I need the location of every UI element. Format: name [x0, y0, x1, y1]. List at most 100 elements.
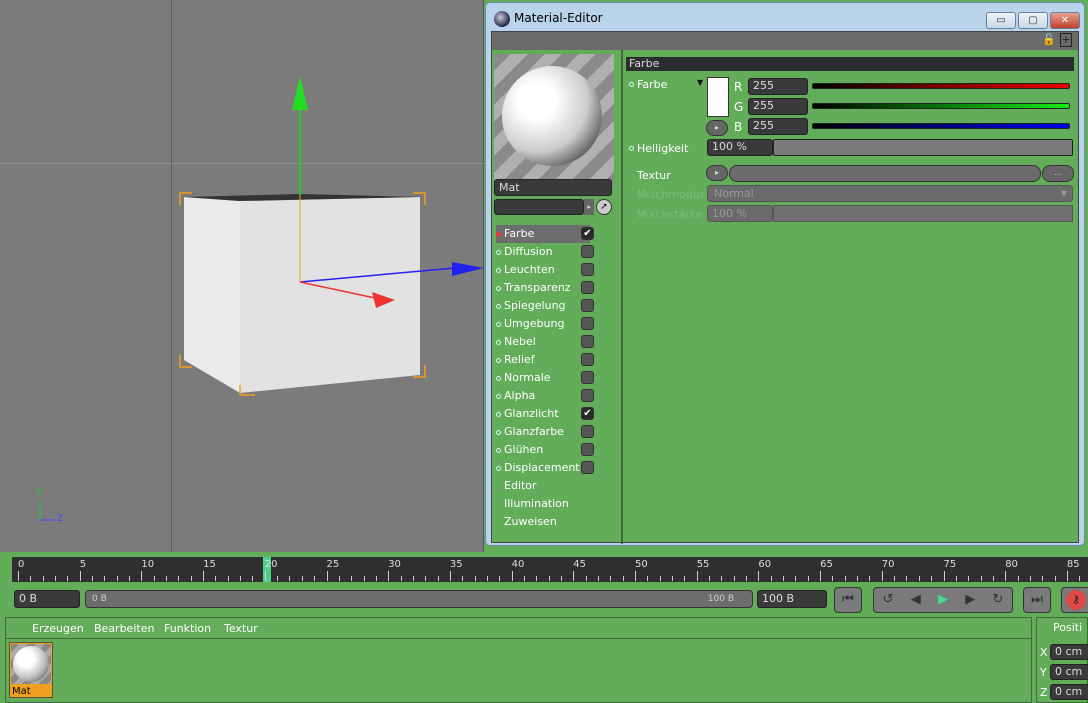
timeline-tick-label: 45: [573, 559, 587, 570]
picker-icon[interactable]: ➚: [596, 199, 612, 215]
channel-checkbox-13[interactable]: [581, 461, 594, 474]
menu-erzeugen[interactable]: Erzeugen: [32, 622, 84, 635]
timeline-ruler[interactable]: 0 5 10 15 20 25 30 35 40 45 50 55 60 65 70 75 80 85: [12, 557, 1088, 582]
material-thumbnail[interactable]: Mat: [9, 642, 53, 698]
g-slider[interactable]: [812, 103, 1070, 109]
timeline-tick: [203, 571, 205, 581]
textur-more-button[interactable]: ...: [1042, 165, 1074, 182]
channel-item-8[interactable]: Normale: [496, 369, 590, 387]
channel-item-13[interactable]: Displacement: [496, 459, 590, 477]
r-slider[interactable]: [812, 83, 1070, 89]
channel-item-3[interactable]: Transparenz: [496, 279, 590, 297]
channel-checkbox-5[interactable]: [581, 317, 594, 330]
b-input[interactable]: 255: [748, 118, 808, 135]
timeline-tick: [585, 576, 587, 581]
previous-key-icon[interactable]: ↺: [883, 588, 894, 612]
channel-label: Spiegelung: [504, 299, 566, 312]
channel-item-4[interactable]: Spiegelung: [496, 297, 590, 315]
menu-funktion[interactable]: Funktion: [164, 622, 211, 635]
lock-icon[interactable]: 🔓: [1042, 33, 1056, 46]
channel-checkbox-8[interactable]: [581, 371, 594, 384]
x-position-input[interactable]: 0 cm: [1050, 644, 1088, 660]
material-preview[interactable]: [494, 54, 614, 188]
channel-status-icon: [496, 321, 501, 327]
y-position-input[interactable]: 0 cm: [1050, 664, 1088, 680]
channel-checkbox-12[interactable]: [581, 443, 594, 456]
maximize-button[interactable]: ▢: [1018, 12, 1048, 29]
timeline-tick: [55, 576, 57, 581]
channel-item-0[interactable]: Farbe: [496, 225, 590, 243]
r-input[interactable]: 255: [748, 78, 808, 95]
g-input[interactable]: 255: [748, 98, 808, 115]
channel-label: Glanzfarbe: [504, 425, 564, 438]
link-field[interactable]: [494, 199, 584, 215]
timeline-tick: [42, 576, 44, 581]
new-window-icon[interactable]: +: [1060, 33, 1072, 47]
channel-checkbox-9[interactable]: [581, 389, 594, 402]
channel-item-9[interactable]: Alpha: [496, 387, 590, 405]
timeline-tick: [400, 576, 402, 581]
3d-viewport[interactable]: Y Z: [0, 0, 484, 552]
channel-item-12[interactable]: Glühen: [496, 441, 590, 459]
timeline-tick: [992, 576, 994, 581]
color-swatch[interactable]: [707, 77, 729, 117]
timeline-tick: [277, 576, 279, 581]
channel-checkbox-10[interactable]: ✔: [581, 407, 594, 420]
step-forward-icon[interactable]: ▶: [965, 588, 975, 612]
record-keyframe-button[interactable]: ⚷: [1061, 587, 1088, 613]
channel-checkbox-2[interactable]: [581, 263, 594, 276]
frame-range-slider[interactable]: 0 B 100 B: [85, 590, 753, 608]
timeline-tick: [240, 576, 242, 581]
mischstaerke-input[interactable]: 100 %: [707, 205, 773, 222]
start-frame-input[interactable]: 0 B: [14, 590, 80, 608]
extra-item-2[interactable]: Zuweisen: [504, 513, 598, 531]
timeline-tick: [462, 576, 464, 581]
channel-item-2[interactable]: Leuchten: [496, 261, 590, 279]
channel-checkbox-11[interactable]: [581, 425, 594, 438]
channel-checkbox-1[interactable]: [581, 245, 594, 258]
timeline-tick: [314, 576, 316, 581]
timeline-tick-label: 20: [264, 559, 278, 570]
mischmodus-select[interactable]: Normal ▼: [707, 185, 1073, 202]
go-to-end-button[interactable]: ⏭: [1023, 587, 1051, 613]
menu-textur[interactable]: Textur: [224, 622, 258, 635]
channel-item-5[interactable]: Umgebung: [496, 315, 590, 333]
extra-item-1[interactable]: Illumination: [504, 495, 598, 513]
link-arrow-button[interactable]: ▸: [584, 199, 594, 215]
mischstaerke-slider[interactable]: [773, 205, 1073, 222]
channel-label: Glanzlicht: [504, 407, 559, 420]
b-slider[interactable]: [812, 123, 1070, 129]
channel-item-1[interactable]: Diffusion: [496, 243, 590, 261]
go-to-start-button[interactable]: ⏮: [834, 587, 862, 613]
channel-item-7[interactable]: Relief: [496, 351, 590, 369]
channel-checkbox-0[interactable]: ✔: [581, 227, 594, 240]
extra-item-0[interactable]: Editor: [504, 477, 598, 495]
channel-checkbox-7[interactable]: [581, 353, 594, 366]
material-name-field[interactable]: Mat: [494, 179, 612, 196]
z-position-input[interactable]: 0 cm: [1050, 684, 1088, 700]
cube-scene[interactable]: [0, 0, 484, 552]
timeline-tick: [437, 576, 439, 581]
textur-field[interactable]: [729, 165, 1041, 182]
end-frame-input[interactable]: 100 B: [757, 590, 827, 608]
close-button[interactable]: ✕: [1050, 12, 1080, 29]
play-icon[interactable]: ▶: [938, 588, 948, 612]
channel-checkbox-4[interactable]: [581, 299, 594, 312]
channel-item-10[interactable]: Glanzlicht: [496, 405, 590, 423]
color-expand-button[interactable]: ▸: [706, 120, 728, 136]
timeline-tick: [511, 571, 513, 581]
step-back-icon[interactable]: ◀: [911, 588, 921, 612]
next-key-icon[interactable]: ↻: [992, 588, 1003, 612]
channel-checkbox-6[interactable]: [581, 335, 594, 348]
textur-expand-button[interactable]: ▸: [706, 165, 728, 181]
menu-bearbeiten[interactable]: Bearbeiten: [94, 622, 154, 635]
minimize-button[interactable]: ▭: [986, 12, 1016, 29]
channel-checkbox-3[interactable]: [581, 281, 594, 294]
helligkeit-input[interactable]: 100 %: [707, 139, 773, 156]
channel-item-11[interactable]: Glanzfarbe: [496, 423, 590, 441]
channel-item-6[interactable]: Nebel: [496, 333, 590, 351]
range-start: 0 B: [92, 594, 107, 604]
helligkeit-slider[interactable]: [773, 139, 1073, 156]
timeline-tick: [783, 576, 785, 581]
color-dropdown-icon[interactable]: ▼: [697, 78, 703, 87]
